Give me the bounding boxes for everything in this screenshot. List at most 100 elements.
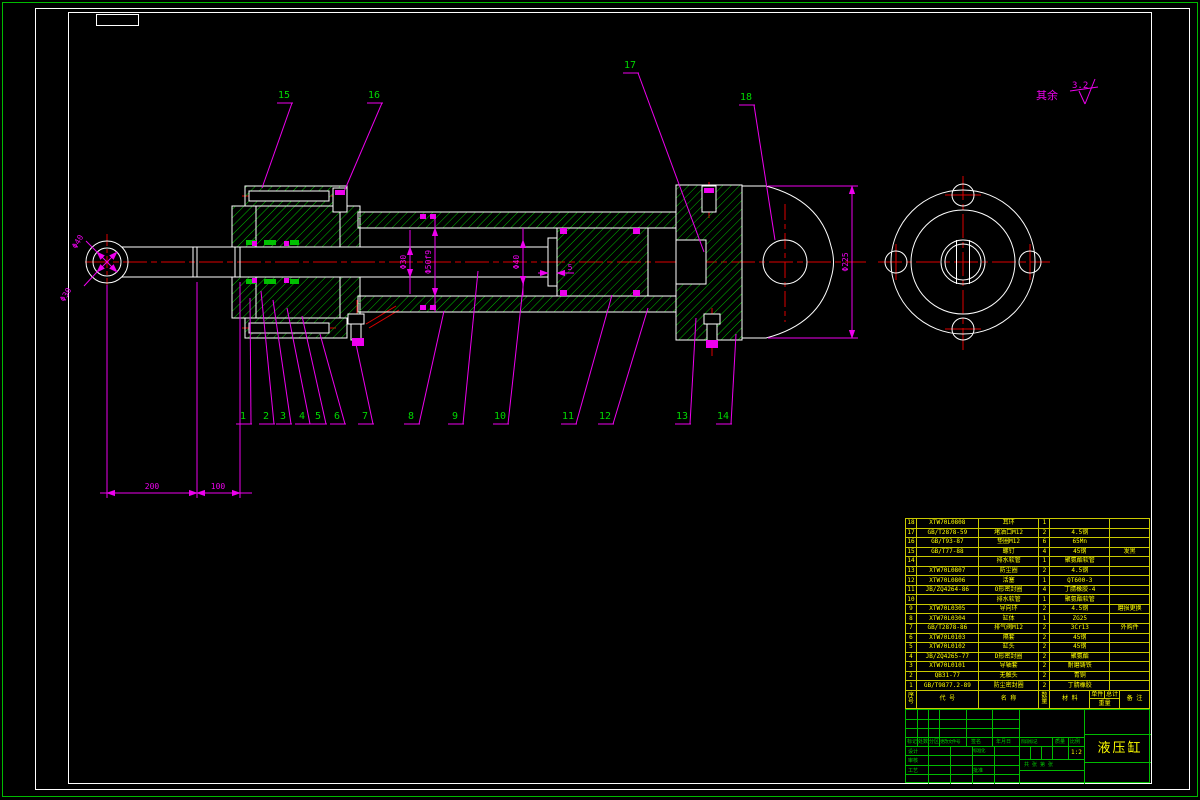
bom-cell-qty: 1 xyxy=(1039,519,1051,528)
bom-cell-note xyxy=(1110,662,1150,671)
bom-cell-name: 缸体 xyxy=(979,614,1040,624)
bom-row: 16 GB/T93-87 垫圈M12 6 65Mn xyxy=(905,537,1150,547)
bom-cell-no: 15 xyxy=(906,547,917,557)
bom-row: 10 排水软管 1 聚氨酯软管 xyxy=(905,594,1150,604)
bom-header-note: 备 注 xyxy=(1120,690,1150,708)
part-number-12: 12 xyxy=(599,411,611,422)
part-number-15: 15 xyxy=(278,90,290,101)
part-number-17: 17 xyxy=(624,60,636,71)
bom-cell-name: 缸头 xyxy=(979,643,1040,652)
bom-cell-code: GB/T2878-59 xyxy=(917,528,979,538)
bom-cell-qty: 2 xyxy=(1039,633,1051,643)
tb-label-zone: 分区 xyxy=(929,739,940,745)
bom-cell-name: 垫圈M12 xyxy=(979,538,1040,547)
bom-cell-code: JB/ZQ4265-77 xyxy=(917,652,979,662)
dim-clevis-diameter: Φ225 xyxy=(841,252,850,271)
dim-rod-diameter: Φ30 xyxy=(399,255,408,270)
bom-cell-name: 螺钉 xyxy=(979,547,1040,557)
bom-row: 11 JB/ZQ4264-86 O形密封圈 4 丁腈橡胶-4 xyxy=(905,584,1150,595)
leader-line xyxy=(462,270,479,425)
tie-bolt-bottom xyxy=(248,322,330,334)
bom-cell-qty: 2 xyxy=(1039,643,1051,652)
bom-rows: 18 XTW70L0808 耳环 1 17 GB/T2878-59 堵油口M12 2 4.5钢 1… xyxy=(905,518,1150,690)
tb-label-date: 年月日 xyxy=(996,739,1012,745)
bom-header-qty: 数量 xyxy=(1039,690,1051,708)
bom-cell-note xyxy=(1110,633,1150,643)
tb-label-change-doc: 更改文件号 xyxy=(940,739,961,745)
bom-cell-note xyxy=(1110,614,1150,624)
part-number-13: 13 xyxy=(676,411,688,422)
leader-line xyxy=(342,102,383,195)
bom-cell-no: 2 xyxy=(906,671,917,681)
bom-cell-qty: 4 xyxy=(1039,547,1051,557)
bom-cell-note xyxy=(1110,595,1150,604)
drawing-title: 液压缸 xyxy=(1097,741,1143,756)
tb-label-process: 工艺 xyxy=(908,768,919,774)
bom-row: 3 XTW70L0101 导轴套 2 耐磨铸铁 xyxy=(905,661,1150,671)
bom-cell-no: 7 xyxy=(906,624,917,633)
bom-cell-material: 丁腈橡胶-4 xyxy=(1050,585,1111,595)
bom-row: 7 GB/T2878-86 排气阀M12 2 3Cr13 外购件 xyxy=(905,623,1150,633)
bom-cell-material: 65Mn xyxy=(1050,538,1111,547)
leader-line xyxy=(575,294,613,425)
bom-cell-no: 16 xyxy=(906,538,917,547)
bom-cell-code: XTW70L0807 xyxy=(917,566,979,576)
bom-row: 17 GB/T2878-59 堵油口M12 2 4.5钢 xyxy=(905,527,1150,538)
bom-cell-no: 6 xyxy=(906,633,917,643)
bom-cell-material: 丁腈橡胶 xyxy=(1050,681,1111,690)
bom-cell-no: 3 xyxy=(906,662,917,671)
bom-cell-note xyxy=(1110,643,1150,652)
bom-cell-code: XTW70L0304 xyxy=(917,614,979,624)
bom-cell-material: 聚氨酯软管 xyxy=(1050,557,1111,566)
bom-cell-qty: 1 xyxy=(1039,576,1051,585)
title-block: 标记 处数 分区 更改文件号 签名 年月日 设计 标准化 审核 工艺 批准 阶段… xyxy=(905,709,1151,784)
bom-header-material: 材 料 xyxy=(1050,690,1091,708)
tb-label-standardization: 标准化 xyxy=(973,749,986,754)
bom-cell-code: XTW70L0806 xyxy=(917,576,979,585)
bom-cell-note xyxy=(1110,528,1150,538)
bom-cell-qty: 4 xyxy=(1039,585,1051,595)
tb-label-check: 审核 xyxy=(908,758,919,764)
bom-row: 15 GB/T77-88 螺钉 4 45钢 发黑 xyxy=(905,546,1150,557)
part-number-2: 2 xyxy=(263,411,269,422)
bom-cell-note xyxy=(1110,671,1150,681)
leader-line xyxy=(730,333,737,425)
bom-cell-material: ZG25 xyxy=(1050,614,1111,624)
bom-cell-note: 磨损更换 xyxy=(1110,604,1150,614)
bom-cell-no: 9 xyxy=(906,604,917,614)
surface-roughness-note: 其余 3.2 xyxy=(1036,78,1099,105)
part-number-9: 9 xyxy=(452,411,458,422)
bom-row: 12 XTW70L0806 活塞 1 QT600-3 xyxy=(905,575,1150,585)
bom-cell-no: 17 xyxy=(906,528,917,538)
dim-eye-inner: Φ30 xyxy=(58,286,73,303)
bom-cell-no: 4 xyxy=(906,652,917,662)
bom-cell-note: 发黑 xyxy=(1110,547,1150,557)
bom-cell-name: 耳环 xyxy=(979,519,1040,528)
dim-collar-gap: 5 xyxy=(568,263,573,272)
bom-cell-no: 8 xyxy=(906,614,917,624)
bom-cell-material: 3Cr13 xyxy=(1050,624,1111,633)
leader-line xyxy=(261,102,293,189)
bom-row: 1 GB/T9877.2-89 防尘密封圈 2 丁腈橡胶 xyxy=(905,680,1150,690)
part-number-4: 4 xyxy=(299,411,305,422)
bom-cell-name: 无触头 xyxy=(979,671,1040,681)
bom-cell-qty: 1 xyxy=(1039,614,1051,624)
piston xyxy=(556,227,649,297)
bom-cell-no: 13 xyxy=(906,566,917,576)
bom-cell-qty: 2 xyxy=(1039,566,1051,576)
bom-cell-no: 14 xyxy=(906,557,917,566)
bom-cell-material xyxy=(1050,519,1111,528)
bom-cell-name: 防尘圈 xyxy=(979,566,1040,576)
bom-cell-material: 青铜 xyxy=(1050,671,1111,681)
bom-cell-code: XTW70L0305 xyxy=(917,604,979,614)
bom-row: 8 XTW70L0304 缸体 1 ZG25 xyxy=(905,613,1150,624)
bom-cell-material: 45钢 xyxy=(1050,643,1111,652)
dim-length-total: 200 xyxy=(145,482,160,491)
bom-cell-material: 聚氨酯 xyxy=(1050,652,1111,662)
bom-header-weight-label: 重量 xyxy=(1098,699,1111,707)
bom-cell-qty: 2 xyxy=(1039,604,1051,614)
bom-cell-no: 10 xyxy=(906,595,917,604)
bom-cell-name: 堵油口M12 xyxy=(979,528,1040,538)
part-number-5: 5 xyxy=(315,411,321,422)
bom-cell-code: XTW70L0101 xyxy=(917,662,979,671)
